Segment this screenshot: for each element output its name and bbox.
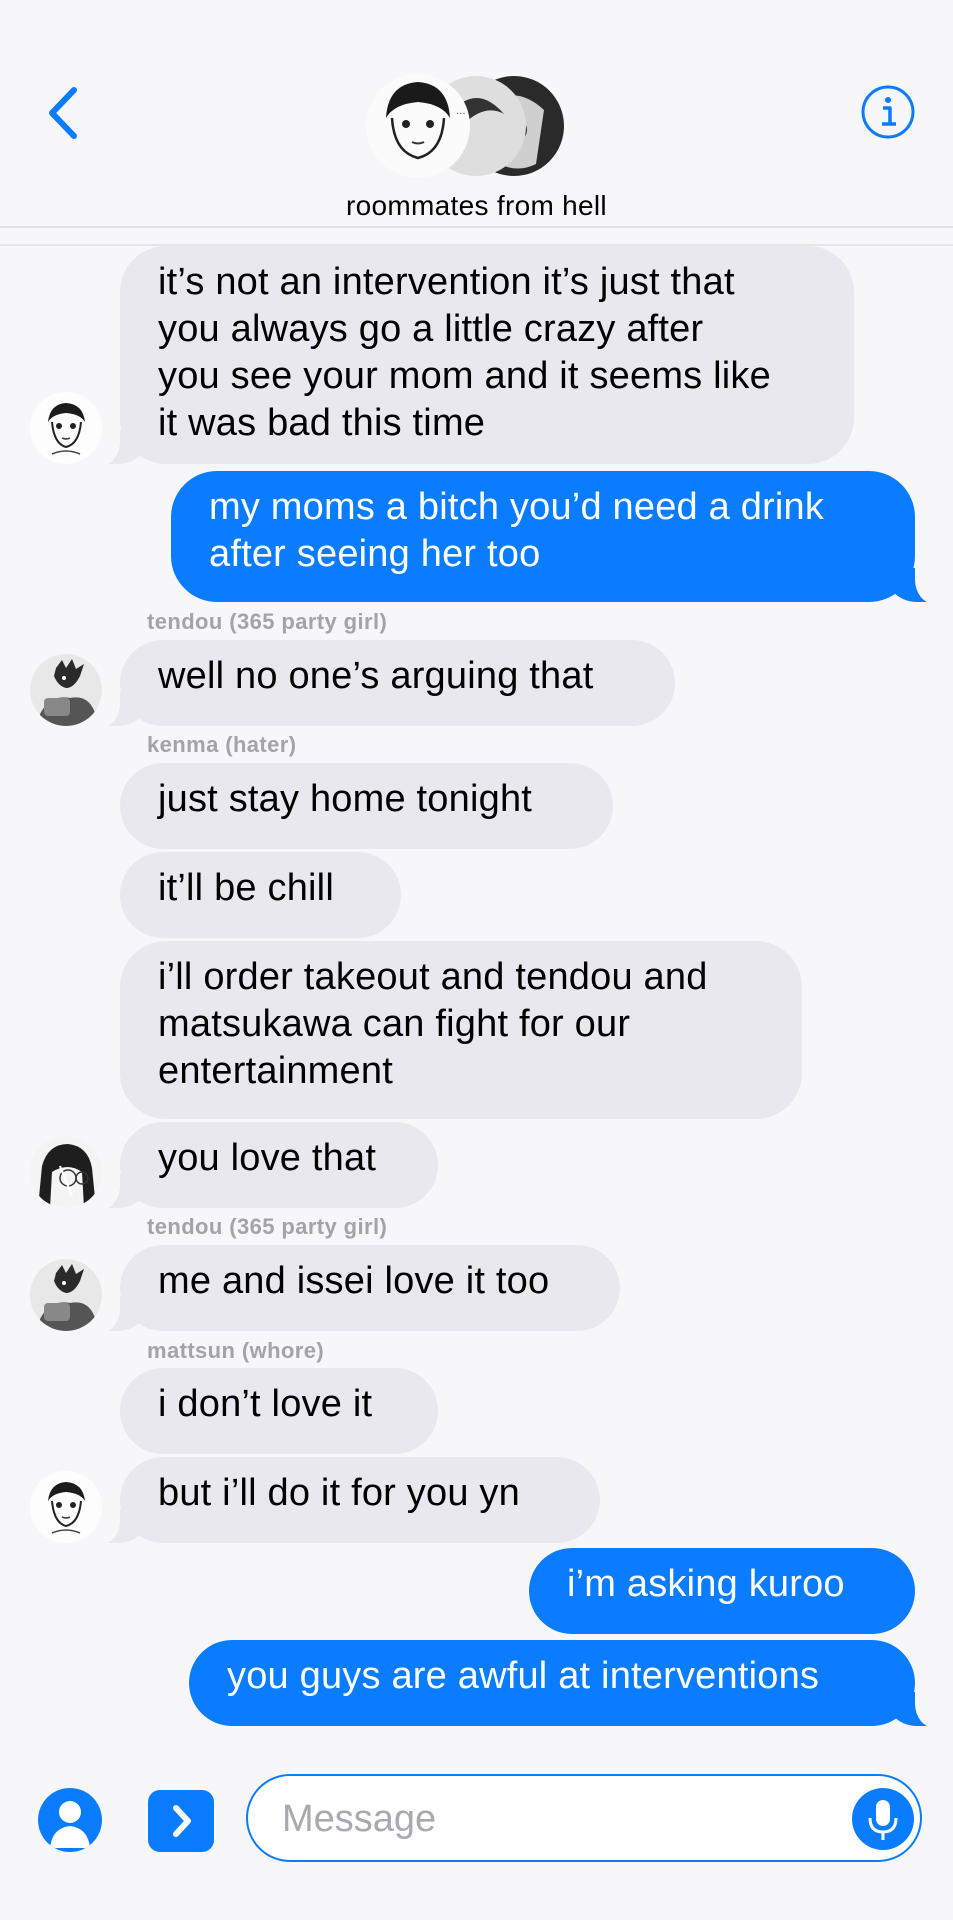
avatar-mattsun[interactable]: [30, 392, 102, 464]
avatar-mattsun[interactable]: [30, 1471, 102, 1543]
svg-text:...: ...: [456, 106, 466, 117]
avatar-kenma[interactable]: [30, 1136, 102, 1208]
chevron-right-icon: [173, 1805, 191, 1837]
sender-name: tendou (365 party girl): [147, 1214, 388, 1239]
avatar-tendou-image: [30, 654, 102, 726]
message-bubble-incoming[interactable]: well no one’s arguing that: [90, 640, 675, 728]
message-thread: it’s not an intervention it’s just that …: [0, 0, 953, 1920]
back-button[interactable]: [44, 84, 84, 142]
apps-button[interactable]: [148, 1790, 214, 1852]
conversation-title[interactable]: roommates from hell: [0, 190, 953, 222]
avatar-mattsun-image: [30, 392, 102, 464]
message-text: but i’ll do it for you yn: [158, 1472, 520, 1514]
avatar-tendou[interactable]: [30, 1259, 102, 1331]
microphone-button[interactable]: [852, 1788, 914, 1850]
avatar-tendou[interactable]: [30, 654, 102, 726]
message-bubble-incoming[interactable]: i’ll order takeout and tendou and matsuk…: [120, 941, 802, 1119]
info-icon: [861, 85, 915, 139]
group-avatar-image: ...: [366, 74, 564, 178]
message-text: i’ll order takeout and tendou and matsuk…: [158, 956, 708, 1092]
message-bubble-incoming[interactable]: it’s not an intervention it’s just that …: [90, 246, 854, 466]
message-text: i’m asking kuroo: [567, 1563, 845, 1605]
message-bubble-incoming[interactable]: me and issei love it too: [90, 1245, 620, 1333]
message-text: it’s not an intervention it’s just that …: [158, 261, 771, 444]
message-composer[interactable]: [246, 1774, 922, 1862]
avatar-mattsun-image: [30, 1471, 102, 1543]
message-text: me and issei love it too: [158, 1260, 550, 1302]
message-bubble-incoming[interactable]: you love that: [90, 1122, 438, 1210]
message-bubble-outgoing[interactable]: my moms a bitch you’d need a drink after…: [171, 471, 945, 604]
message-text: i don’t love it: [158, 1383, 373, 1425]
header-divider: [0, 226, 953, 228]
sender-name: tendou (365 party girl): [147, 609, 388, 634]
message-bubble-outgoing[interactable]: you guys are awful at interventions: [189, 1640, 945, 1728]
header-divider: [0, 244, 953, 246]
message-bubble-outgoing[interactable]: i’m asking kuroo: [529, 1548, 915, 1634]
message-text: you guys are awful at interventions: [227, 1655, 820, 1697]
contact-button[interactable]: [38, 1788, 102, 1852]
chevron-left-icon: [49, 87, 77, 139]
avatar-tendou-image: [30, 1259, 102, 1331]
message-text: you love that: [158, 1137, 377, 1179]
message-bubble-incoming[interactable]: but i’ll do it for you yn: [90, 1457, 600, 1545]
conversation-header: ... roommates from hell: [0, 0, 953, 228]
message-bubble-incoming[interactable]: just stay home tonight: [120, 763, 613, 849]
message-text: my moms a bitch you’d need a drink after…: [209, 486, 825, 575]
microphone-icon: [868, 1800, 898, 1840]
message-text: well no one’s arguing that: [158, 655, 594, 697]
person-icon: [50, 1801, 90, 1848]
sender-name: mattsun (whore): [147, 1338, 325, 1363]
message-text: it’ll be chill: [158, 867, 334, 909]
group-avatar[interactable]: ...: [366, 74, 566, 178]
message-bubble-incoming[interactable]: it’ll be chill: [120, 852, 401, 938]
sender-name: kenma (hater): [147, 732, 297, 757]
message-text: just stay home tonight: [158, 778, 533, 820]
avatar-kenma-image: [30, 1136, 102, 1208]
message-bubble-incoming[interactable]: i don’t love it: [120, 1368, 438, 1454]
info-button[interactable]: [860, 84, 916, 140]
message-input[interactable]: [282, 1794, 822, 1844]
